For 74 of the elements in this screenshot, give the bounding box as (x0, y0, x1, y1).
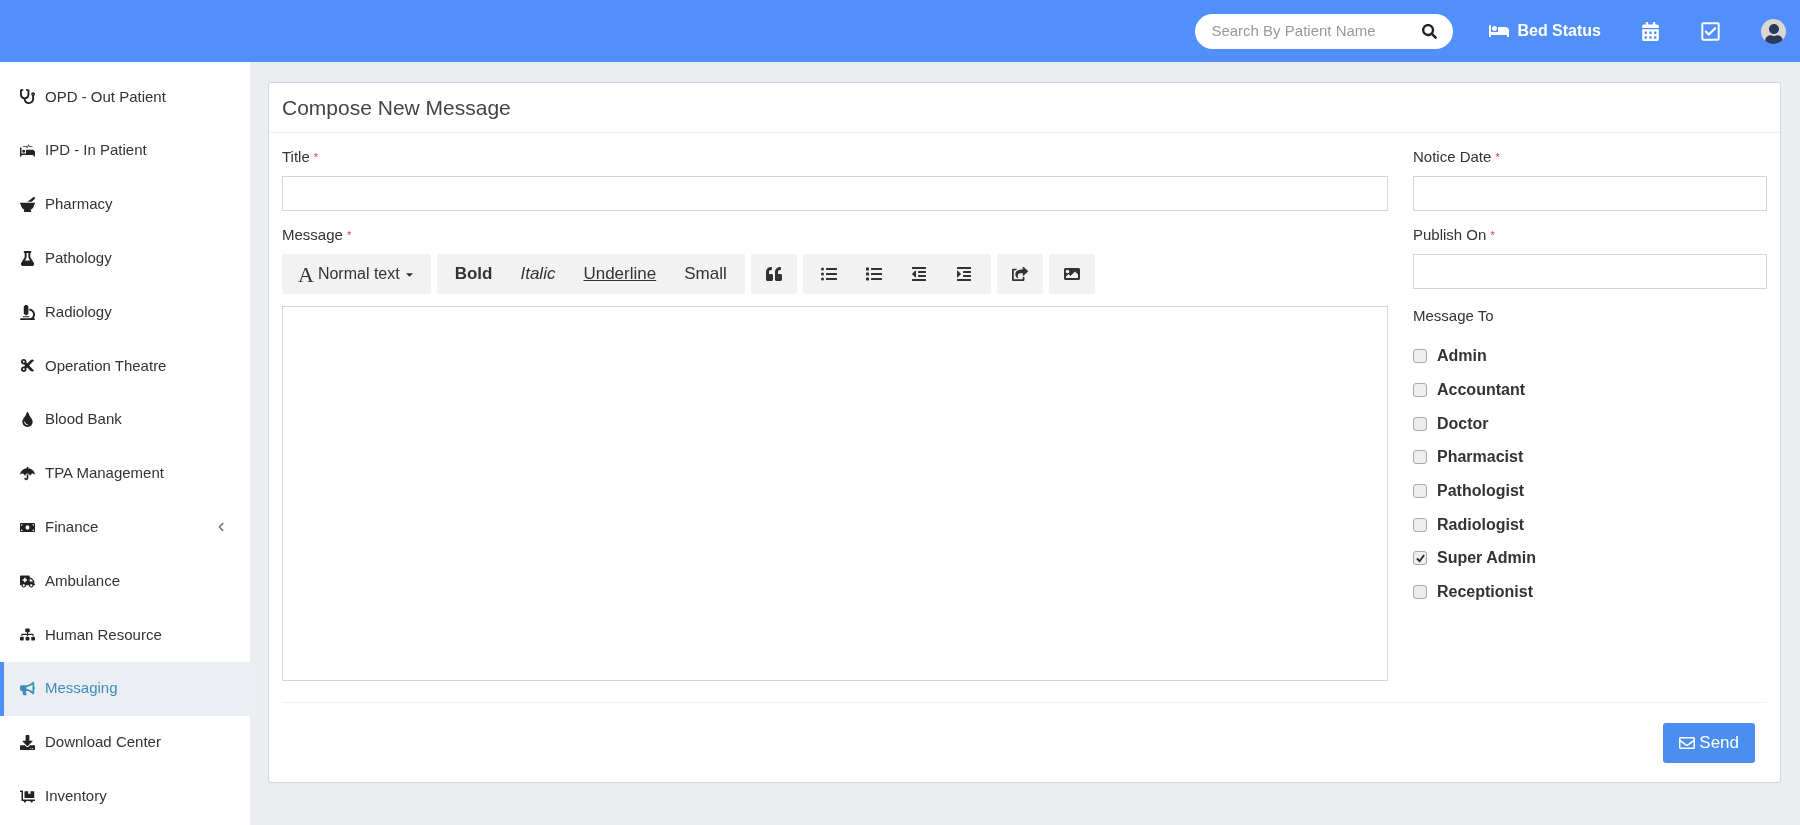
search-input-field[interactable]: Search By Patient Name (1211, 19, 1412, 43)
sidebar-item[interactable]: Download Center (0, 715, 250, 770)
mortar-pestle-icon (20, 197, 35, 212)
ambulance-icon (20, 573, 35, 589)
checkbox-label: Pathologist (1437, 481, 1525, 502)
sidebar-item[interactable]: Human Resource (0, 607, 250, 662)
checkbox[interactable] (1413, 551, 1427, 566)
drop-icon (20, 412, 35, 428)
field-label: Message (282, 224, 343, 245)
search-field[interactable]: Search By Patient Name (1195, 13, 1454, 49)
sidebar-item[interactable]: Radiology (0, 285, 250, 339)
text-style-button[interactable]: Bold (440, 254, 507, 294)
field-label: Notice Date (1413, 146, 1492, 167)
envelope-icon (1679, 734, 1696, 751)
sidebar-item[interactable]: IPD - In Patient (0, 123, 250, 178)
sitemap-icon (20, 627, 35, 643)
checkbox[interactable] (1413, 416, 1427, 431)
checkbox[interactable] (1413, 383, 1427, 398)
required-marker: * (1490, 227, 1495, 243)
outdent-icon (911, 266, 928, 282)
task-check-icon[interactable] (1700, 20, 1721, 42)
flask-icon (20, 250, 35, 266)
text-style-button[interactable]: Small (670, 254, 741, 294)
text-style-button[interactable]: Underline (569, 254, 671, 294)
umbrella-icon (20, 465, 35, 481)
checkbox-label: Accountant (1437, 380, 1525, 401)
publish-on-field[interactable] (1413, 254, 1767, 289)
field-label: Title (282, 146, 310, 167)
sidebar-item[interactable]: Finance (0, 500, 250, 555)
search-icon[interactable] (1422, 23, 1438, 39)
title-input-field[interactable] (282, 176, 1388, 211)
list-icon (866, 266, 883, 282)
checkbox-label: Doctor (1437, 413, 1489, 434)
sidebar-item[interactable]: Blood Bank (0, 392, 250, 447)
field-label: Publish On (1413, 224, 1487, 245)
image-icon (1063, 266, 1080, 282)
hospital-bed-icon (20, 143, 35, 159)
notice-date-field[interactable] (1413, 176, 1767, 211)
sidebar-item[interactable]: Operation Theatre (0, 339, 250, 393)
checkbox[interactable] (1413, 585, 1427, 600)
required-marker: * (313, 149, 319, 165)
checkbox[interactable] (1413, 484, 1427, 499)
bullet-list-icon (821, 266, 838, 282)
sidebar-item[interactable]: Ambulance (0, 554, 250, 608)
checkbox-label: Receptionist (1437, 582, 1533, 603)
download-icon (20, 734, 35, 750)
sidebar-item[interactable]: OPD - Out Patient (0, 70, 250, 124)
cart-icon (20, 788, 35, 804)
checkbox[interactable] (1413, 450, 1427, 465)
avatar[interactable] (1761, 18, 1786, 44)
microscope-icon (20, 304, 35, 320)
scissors-icon (20, 358, 35, 374)
sidebar-item[interactable]: Inventory (0, 769, 250, 824)
quote-icon (765, 266, 782, 282)
sidebar-item[interactable]: TPA Management (0, 446, 250, 501)
checkbox[interactable] (1413, 349, 1427, 364)
sidebar-item[interactable]: Pharmacy (0, 177, 250, 232)
sidebar-item[interactable]: Pathology (0, 231, 250, 286)
checkbox[interactable] (1413, 517, 1427, 532)
format-dropdown[interactable]: A Normal text (282, 254, 431, 294)
required-marker: * (1495, 149, 1500, 165)
required-marker: * (346, 227, 352, 243)
checkbox-label: Admin (1437, 346, 1487, 367)
stethoscope-icon (20, 89, 35, 105)
share-icon (1011, 266, 1028, 282)
checkbox-label: Super Admin (1437, 548, 1536, 569)
checkbox-label: Pharmacist (1437, 447, 1524, 468)
text-style-button[interactable]: Italic (506, 254, 570, 294)
indent-icon (956, 266, 973, 282)
field-label: Message To (1413, 306, 1494, 326)
bullhorn-icon (20, 681, 35, 697)
calendar-icon[interactable] (1641, 21, 1660, 41)
checkbox-label: Radiologist (1437, 514, 1525, 535)
panel-title: Compose New Message (282, 94, 511, 121)
